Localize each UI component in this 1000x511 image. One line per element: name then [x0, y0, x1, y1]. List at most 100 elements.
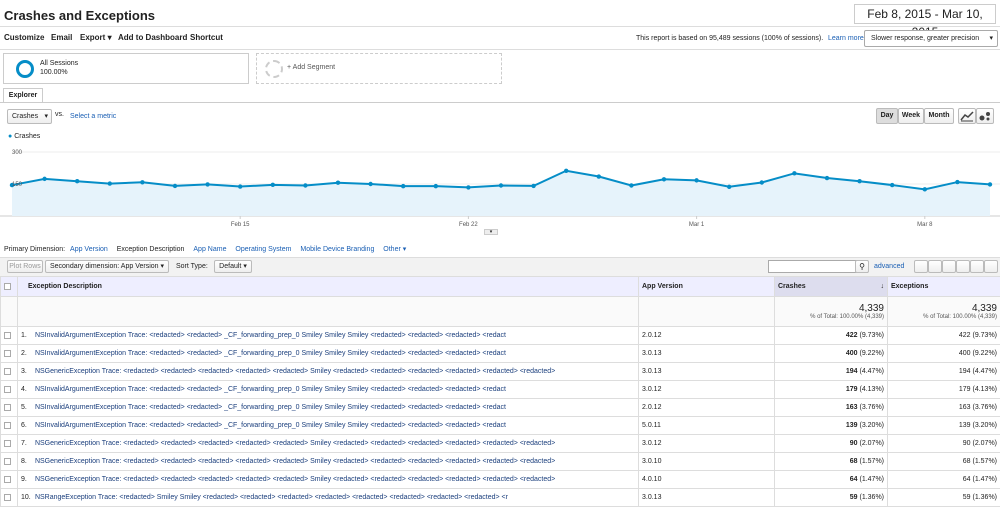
toolbar-divider [0, 49, 1000, 50]
export-button[interactable]: Export ▾ [80, 33, 112, 42]
row-exception-text: NSGenericException Trace: <redacted> <re… [34, 476, 556, 483]
date-range-picker[interactable]: Feb 8, 2015 - Mar 10, 2015 [854, 4, 996, 39]
legend-dot-icon: ● [8, 133, 13, 140]
row-exception-link[interactable]: 7. NSGenericException Trace: <redacted> … [17, 434, 639, 453]
row-exception-link[interactable]: 4. NSInvalidArgumentException Trace: <re… [17, 380, 639, 399]
chart-resize-handle[interactable]: ▾ [484, 229, 498, 235]
learn-more-link[interactable]: Learn more [828, 35, 864, 42]
select-metric-link[interactable]: Select a metric [70, 113, 116, 120]
chevron-down-icon: ▾ [107, 33, 112, 42]
x-tick-label: Feb 15 [231, 222, 250, 228]
dim-operating-system[interactable]: Operating System [235, 246, 291, 253]
row-exception-link[interactable]: 2. NSInvalidArgumentException Trace: <re… [17, 344, 639, 363]
row-exception-link[interactable]: 6. NSInvalidArgumentException Trace: <re… [17, 416, 639, 435]
data-point [498, 183, 504, 188]
col-app-version[interactable]: App Version [638, 276, 775, 297]
row-crashes: 64 (1.47%) [774, 470, 888, 489]
row-checkbox[interactable] [0, 362, 18, 381]
col-exceptions[interactable]: Exceptions [887, 276, 1000, 297]
dim-exception-description[interactable]: Exception Description [117, 246, 185, 253]
precision-select[interactable]: Slower response, greater precision ▾ [864, 30, 998, 47]
performance-view-icon[interactable] [942, 260, 956, 273]
tab-explorer[interactable]: Explorer [3, 88, 43, 103]
advanced-link[interactable]: advanced [874, 263, 904, 270]
row-number: 4. [21, 386, 27, 393]
row-exceptions: 139 (3.20%) [887, 416, 1000, 435]
col-exception-description[interactable]: Exception Description [17, 276, 639, 297]
metric-select[interactable]: Crashes ▾ [7, 109, 52, 124]
row-exception-link[interactable]: 1. NSInvalidArgumentException Trace: <re… [17, 326, 639, 345]
data-point [433, 183, 438, 189]
dim-mobile-device-branding[interactable]: Mobile Device Branding [300, 246, 374, 253]
table-header-row: Exception Description App Version Crashe… [0, 276, 1000, 297]
row-exceptions: 422 (9.73%) [887, 326, 1000, 345]
row-exceptions: 68 (1.57%) [887, 452, 1000, 471]
row-crashes: 179 (4.13%) [774, 380, 888, 399]
dim-app-version[interactable]: App Version [70, 246, 108, 253]
row-checkbox[interactable] [0, 326, 18, 345]
pivot-view-icon[interactable] [984, 260, 998, 273]
plot-rows-button[interactable]: Plot Rows [7, 260, 43, 273]
term-cloud-icon[interactable] [970, 260, 984, 273]
col-crashes[interactable]: Crashes ↓ [774, 276, 888, 297]
row-exception-link[interactable]: 9. NSGenericException Trace: <redacted> … [17, 470, 639, 489]
data-point [303, 183, 308, 188]
metric-label: Crashes [12, 113, 39, 120]
row-checkbox[interactable] [0, 470, 18, 489]
data-point [401, 183, 406, 189]
customize-button[interactable]: Customize [4, 33, 44, 42]
month-button[interactable]: Month [924, 108, 954, 124]
add-segment-button[interactable]: + Add Segment [256, 53, 502, 84]
select-all-checkbox[interactable] [0, 276, 18, 297]
row-checkbox[interactable] [0, 434, 18, 453]
primary-dimension-bar: Primary Dimension: App Version Exception… [4, 245, 406, 253]
line-chart-icon[interactable] [958, 108, 976, 124]
row-checkbox[interactable] [0, 488, 18, 507]
pie-view-icon[interactable] [928, 260, 942, 273]
total-crashes: 4,339% of Total: 100.00% (4,339) [774, 296, 888, 327]
motion-chart-icon[interactable] [976, 108, 994, 124]
table-row: 9. NSGenericException Trace: <redacted> … [0, 470, 1000, 489]
add-to-dashboard-button[interactable]: Add to Dashboard [118, 33, 187, 42]
table-view-icon[interactable] [914, 260, 928, 273]
search-icon[interactable]: ⚲ [855, 260, 869, 273]
vs-label: vs. [55, 111, 64, 118]
x-tick-label: Mar 1 [689, 222, 705, 228]
row-exception-link[interactable]: 3. NSGenericException Trace: <redacted> … [17, 362, 639, 381]
totals-row: 4,339% of Total: 100.00% (4,339) 4,339% … [0, 296, 1000, 327]
email-button[interactable]: Email [51, 33, 72, 42]
table-row: 5. NSInvalidArgumentException Trace: <re… [0, 398, 1000, 417]
shortcut-button[interactable]: Shortcut [190, 33, 223, 42]
data-point [75, 179, 80, 184]
row-exception-link[interactable]: 5. NSInvalidArgumentException Trace: <re… [17, 398, 639, 417]
table-row: 2. NSInvalidArgumentException Trace: <re… [0, 344, 1000, 363]
row-exception-text: NSInvalidArgumentException Trace: <redac… [34, 422, 506, 429]
chevron-down-icon: ▾ [243, 263, 247, 270]
table-row: 6. NSInvalidArgumentException Trace: <re… [0, 416, 1000, 435]
row-checkbox[interactable] [0, 398, 18, 417]
row-checkbox[interactable] [0, 344, 18, 363]
dim-app-name[interactable]: App Name [193, 246, 226, 253]
data-point [759, 180, 764, 185]
row-checkbox[interactable] [0, 416, 18, 435]
y-tick-label: 150 [12, 182, 23, 188]
row-exception-link[interactable]: 10. NSRangeException Trace: <redacted> S… [17, 488, 639, 507]
sort-type-select[interactable]: Default ▾ [214, 260, 252, 273]
chevron-down-icon: ▾ [44, 113, 48, 120]
day-button[interactable]: Day [876, 108, 898, 124]
row-exception-link[interactable]: 8. NSGenericException Trace: <redacted> … [17, 452, 639, 471]
secondary-dimension-select[interactable]: Secondary dimension: App Version ▾ [45, 260, 169, 273]
row-app-version: 2.0.12 [638, 326, 775, 345]
week-button[interactable]: Week [898, 108, 924, 124]
dim-other[interactable]: Other ▾ [383, 246, 406, 253]
row-checkbox[interactable] [0, 380, 18, 399]
row-checkbox[interactable] [0, 452, 18, 471]
date-separator: - [931, 7, 943, 21]
row-number: 3. [21, 368, 27, 375]
comparison-view-icon[interactable] [956, 260, 970, 273]
table-row: 4. NSInvalidArgumentException Trace: <re… [0, 380, 1000, 399]
segment-all-sessions[interactable]: All Sessions 100.00% [3, 53, 249, 84]
row-app-version: 3.0.13 [638, 344, 775, 363]
empty-segment-icon [265, 60, 283, 78]
table-search-input[interactable] [768, 260, 868, 273]
